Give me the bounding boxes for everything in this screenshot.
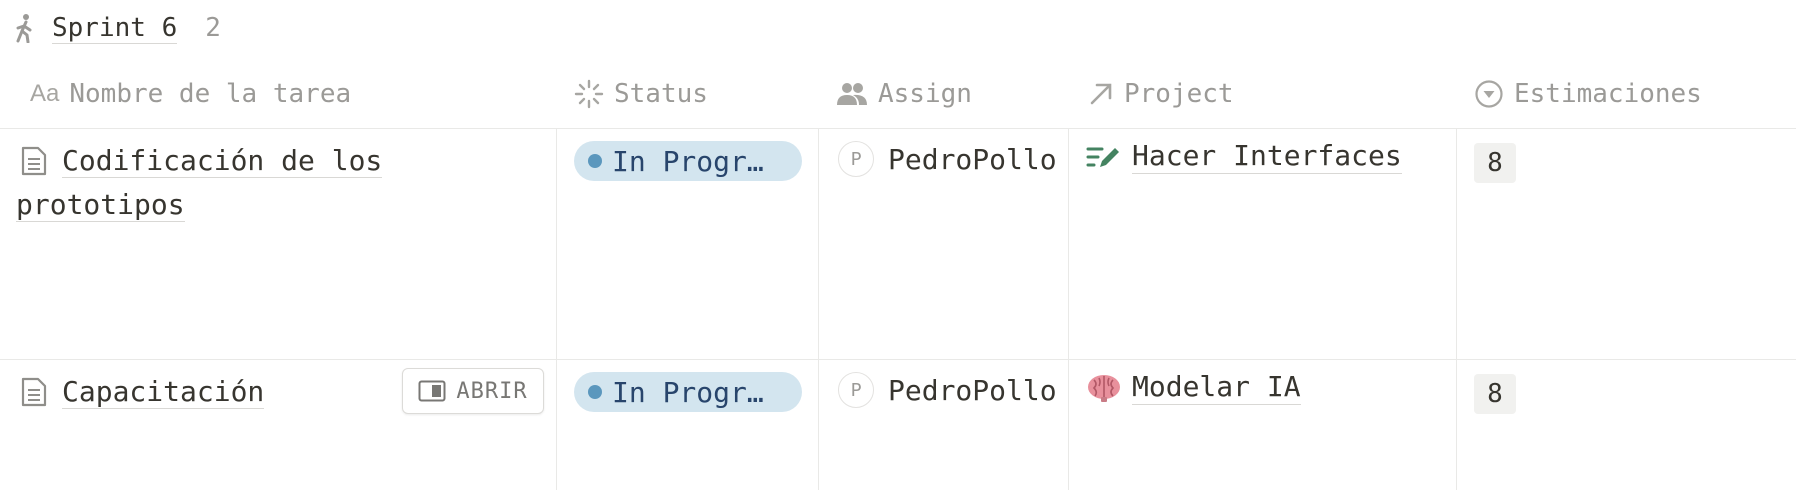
- column-divider: [556, 129, 557, 359]
- status-dot-icon: [588, 385, 602, 399]
- page-icon: [21, 377, 47, 407]
- table-header: Aa Nombre de la tarea Status Assign Proj…: [0, 60, 1796, 129]
- task-title-line: Codificación de los: [62, 144, 383, 178]
- database-table: Aa Nombre de la tarea Status Assign Proj…: [0, 60, 1796, 490]
- column-label: Nombre de la tarea: [69, 79, 352, 109]
- group-title[interactable]: Sprint 6: [52, 13, 178, 44]
- avatar: P: [838, 141, 874, 177]
- column-header-project[interactable]: Project: [1088, 60, 1234, 128]
- status-label: In Progr…: [612, 144, 764, 178]
- status-badge[interactable]: In Progr…: [574, 372, 802, 412]
- column-label: Status: [614, 79, 708, 109]
- select-chevron-icon: [1475, 80, 1503, 108]
- project-name: Hacer Interfaces: [1132, 139, 1402, 174]
- assignee-name: PedroPollo: [888, 142, 1057, 176]
- column-divider: [1068, 360, 1069, 490]
- group-count: 2: [205, 13, 221, 43]
- assignee[interactable]: P PedroPollo: [838, 372, 1068, 408]
- column-label: Assign: [878, 79, 972, 109]
- table-row[interactable]: Codificación de los prototipos In Progr……: [0, 129, 1796, 360]
- person-walking-icon: [16, 14, 32, 43]
- project-link[interactable]: Hacer Interfaces: [1086, 139, 1402, 174]
- side-peek-icon: [418, 380, 446, 402]
- group-header: Sprint 6 2: [12, 8, 221, 48]
- open-button-label: ABRIR: [456, 378, 528, 404]
- status-label: In Progr…: [612, 375, 764, 409]
- status-dot-icon: [588, 154, 602, 168]
- estimacion-value[interactable]: 8: [1474, 143, 1516, 183]
- task-title[interactable]: Capacitación: [62, 370, 265, 414]
- project-name: Modelar IA: [1132, 370, 1301, 405]
- people-icon: [837, 83, 867, 105]
- column-divider: [1068, 129, 1069, 359]
- column-header-estimaciones[interactable]: Estimaciones: [1474, 60, 1702, 128]
- project-link[interactable]: Modelar IA: [1086, 370, 1301, 405]
- column-divider: [556, 360, 557, 490]
- task-title[interactable]: Codificación de los prototipos: [16, 139, 536, 227]
- column-header-assign[interactable]: Assign: [836, 60, 972, 128]
- column-divider: [1456, 360, 1457, 490]
- column-label: Project: [1124, 79, 1234, 109]
- column-label: Estimaciones: [1514, 79, 1702, 109]
- task-title-line: Capacitación: [62, 375, 265, 409]
- status-badge[interactable]: In Progr…: [574, 141, 802, 181]
- assignee-name: PedroPollo: [888, 373, 1057, 407]
- arrow-up-right-icon: [1090, 83, 1112, 105]
- loading-sun-icon: [574, 79, 604, 109]
- text-aa-icon: Aa: [30, 80, 60, 107]
- column-divider: [818, 129, 819, 359]
- task-title-line: prototipos: [16, 188, 185, 222]
- estimacion-value[interactable]: 8: [1474, 374, 1516, 414]
- column-divider: [818, 360, 819, 490]
- brain-icon: [1088, 374, 1120, 402]
- assignee[interactable]: P PedroPollo: [838, 141, 1068, 177]
- open-button[interactable]: ABRIR: [402, 368, 544, 414]
- pencil-lines-icon: [1086, 147, 1119, 167]
- column-header-status[interactable]: Status: [574, 60, 708, 128]
- column-divider: [1456, 129, 1457, 359]
- table-row[interactable]: Capacitación ABRIR In Progr… P PedroPoll…: [0, 360, 1796, 490]
- avatar: P: [838, 372, 874, 408]
- column-header-name[interactable]: Aa Nombre de la tarea: [30, 60, 351, 128]
